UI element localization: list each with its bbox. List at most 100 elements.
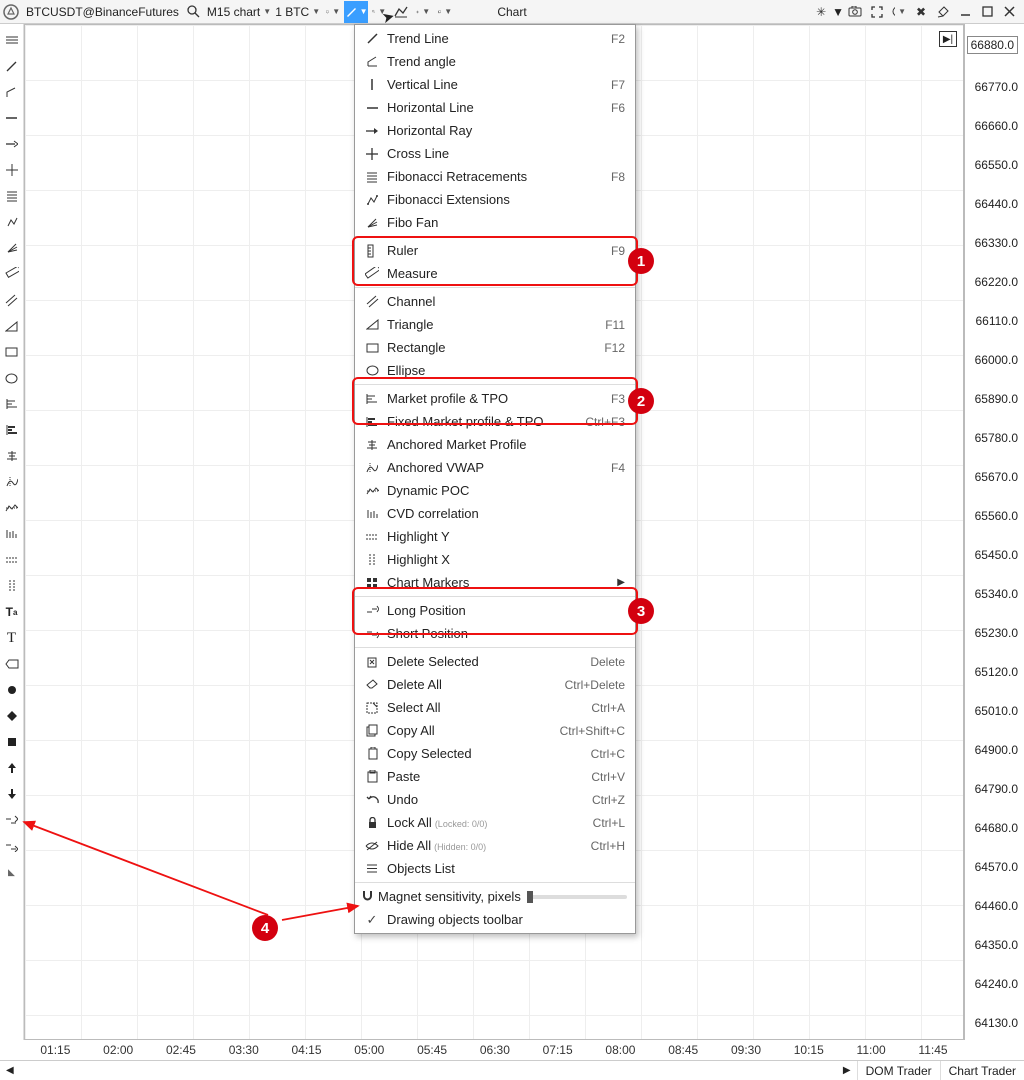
magnet-slider[interactable] — [527, 895, 627, 899]
menu-copy-all[interactable]: Copy AllCtrl+Shift+C — [355, 719, 635, 742]
x-tick: 02:45 — [166, 1043, 196, 1057]
tool-collapse-icon[interactable]: ◣ — [3, 864, 21, 880]
maximize-icon[interactable] — [978, 3, 996, 21]
tool-angle-icon[interactable] — [3, 84, 21, 100]
menu-fixed-market-profile[interactable]: Fixed Market profile & TPOCtrl+F3 — [355, 410, 635, 433]
tool-arrowdown-icon[interactable] — [3, 786, 21, 802]
tool-hline-icon[interactable] — [3, 110, 21, 126]
tool-anchprofile-icon[interactable] — [3, 448, 21, 464]
menu-hray[interactable]: Horizontal Ray — [355, 119, 635, 142]
menu-trendline[interactable]: Trend LineF2 — [355, 27, 635, 50]
fullscreen-icon[interactable] — [868, 3, 886, 21]
timeframe-selector[interactable]: M15 chart▼ — [205, 5, 273, 19]
tool-fmprofile-icon[interactable] — [3, 422, 21, 438]
add-icon[interactable]: ▼ — [414, 3, 432, 21]
tool-triangle-icon[interactable] — [3, 318, 21, 334]
play-forward-icon[interactable]: ▶| — [939, 31, 957, 47]
menu-trendangle[interactable]: Trend angle — [355, 50, 635, 73]
menu-drawing-toolbar-toggle[interactable]: ✓Drawing objects toolbar — [355, 908, 635, 931]
tool-text-icon[interactable]: T — [3, 630, 21, 646]
menu-hide-all[interactable]: Hide All(Hidden: 0/0)Ctrl+H — [355, 834, 635, 857]
settings-icon[interactable]: ✖ — [912, 3, 930, 21]
chart-type-icon[interactable] — [392, 3, 410, 21]
tool-rect-icon[interactable] — [3, 344, 21, 360]
menu-lock-all[interactable]: Lock All(Locked: 0/0)Ctrl+L — [355, 811, 635, 834]
tool-ruler-icon[interactable] — [3, 266, 21, 282]
menu-highlight-x[interactable]: Highlight X — [355, 548, 635, 571]
menu-vline[interactable]: Vertical LineF7 — [355, 73, 635, 96]
menu-measure[interactable]: Measure — [355, 262, 635, 285]
tool-pricelabel-icon[interactable] — [3, 656, 21, 672]
quantity-selector[interactable]: 1 BTC▼ — [273, 5, 322, 19]
menu-ruler[interactable]: RulerF9 — [355, 239, 635, 262]
menu-channel[interactable]: Channel — [355, 290, 635, 313]
layers-icon[interactable]: ▼ — [436, 3, 454, 21]
time-axis[interactable]: 01:15 02:00 02:45 03:30 04:15 05:00 05:4… — [24, 1040, 964, 1060]
menu-undo[interactable]: UndoCtrl+Z — [355, 788, 635, 811]
menu-select-all[interactable]: Select AllCtrl+A — [355, 696, 635, 719]
menu-fibofan[interactable]: Fibo Fan — [355, 211, 635, 234]
menu-market-profile[interactable]: Market profile & TPOF3 — [355, 387, 635, 410]
tool-ellipse-icon[interactable] — [3, 370, 21, 386]
tool-diamond-icon[interactable] — [3, 708, 21, 724]
pin-icon[interactable] — [934, 3, 952, 21]
menu-chart-markers[interactable]: Chart Markers▶ — [355, 571, 635, 594]
menu-anchored-vwap[interactable]: Anchored VWAPF4 — [355, 456, 635, 479]
tool-long-icon[interactable] — [3, 812, 21, 828]
tool-short-icon[interactable] — [3, 838, 21, 854]
menu-dynamic-poc[interactable]: Dynamic POC — [355, 479, 635, 502]
menu-copy-selected[interactable]: Copy SelectedCtrl+C — [355, 742, 635, 765]
tool-cvd-icon[interactable] — [3, 526, 21, 542]
tool-cross-icon[interactable] — [3, 162, 21, 178]
menu-delete-all[interactable]: Delete AllCtrl+Delete — [355, 673, 635, 696]
close-icon[interactable] — [1000, 3, 1018, 21]
tool-hlx-icon[interactable] — [3, 578, 21, 594]
menu-fib-extensions[interactable]: Fibonacci Extensions — [355, 188, 635, 211]
menu-delete-selected[interactable]: Delete SelectedDelete — [355, 650, 635, 673]
tool-fib-icon[interactable] — [3, 188, 21, 204]
menu-magnet-sensitivity[interactable]: Magnet sensitivity, pixels — [355, 885, 635, 908]
menu-cvd[interactable]: CVD correlation — [355, 502, 635, 525]
tool-dpoc-icon[interactable] — [3, 500, 21, 516]
scroll-right-icon[interactable]: ▶ — [837, 1065, 857, 1076]
menu-objects-list[interactable]: Objects List — [355, 857, 635, 880]
tool-channel-icon[interactable] — [3, 292, 21, 308]
tool-dot-icon[interactable] — [3, 682, 21, 698]
zoom-icon[interactable]: ▼ — [370, 3, 388, 21]
tool-fibofan-icon[interactable] — [3, 240, 21, 256]
tool-arrowup-icon[interactable] — [3, 760, 21, 776]
tool-trendline-icon[interactable] — [3, 58, 21, 74]
avwap-icon — [361, 462, 383, 474]
menu-ellipse[interactable]: Ellipse — [355, 359, 635, 382]
tool-fibext-icon[interactable] — [3, 214, 21, 230]
tool-hray-icon[interactable] — [3, 136, 21, 152]
tool-avwap-icon[interactable] — [3, 474, 21, 490]
menu-cross[interactable]: Cross Line — [355, 142, 635, 165]
chart-trader-button[interactable]: Chart Trader — [940, 1061, 1024, 1080]
tool-mprofile-icon[interactable] — [3, 396, 21, 412]
menu-short-position[interactable]: Short Position — [355, 622, 635, 645]
tool-square-icon[interactable] — [3, 734, 21, 750]
menu-hline[interactable]: Horizontal LineF6 — [355, 96, 635, 119]
minimize-icon[interactable] — [956, 3, 974, 21]
display-mode-icon[interactable]: ▼ — [324, 3, 342, 21]
menu-fib-retracements[interactable]: Fibonacci RetracementsF8 — [355, 165, 635, 188]
tool-textlabel-icon[interactable]: Ta — [3, 604, 21, 620]
search-icon[interactable] — [185, 3, 203, 21]
spark-icon[interactable]: ✳ — [812, 3, 830, 21]
menu-anchored-mprofile[interactable]: Anchored Market Profile — [355, 433, 635, 456]
drawing-tools-button[interactable]: ▼ — [344, 1, 368, 23]
menu-long-position[interactable]: Long Position — [355, 599, 635, 622]
menu-paste[interactable]: PasteCtrl+V — [355, 765, 635, 788]
menu-rectangle[interactable]: RectangleF12 — [355, 336, 635, 359]
price-axis[interactable]: 66880.0 66770.0 66660.0 66550.0 66440.0 … — [964, 24, 1024, 1040]
dom-trader-button[interactable]: DOM Trader — [857, 1061, 940, 1080]
camera-icon[interactable] — [846, 3, 864, 21]
circle-icon[interactable]: ▼ — [890, 3, 908, 21]
tool-stack-icon[interactable] — [3, 32, 21, 48]
symbol-selector[interactable]: BTCUSDT@BinanceFutures — [22, 5, 183, 19]
menu-highlight-y[interactable]: Highlight Y — [355, 525, 635, 548]
tool-hly-icon[interactable] — [3, 552, 21, 568]
scroll-left-icon[interactable]: ◀ — [0, 1065, 20, 1076]
menu-triangle[interactable]: TriangleF11 — [355, 313, 635, 336]
